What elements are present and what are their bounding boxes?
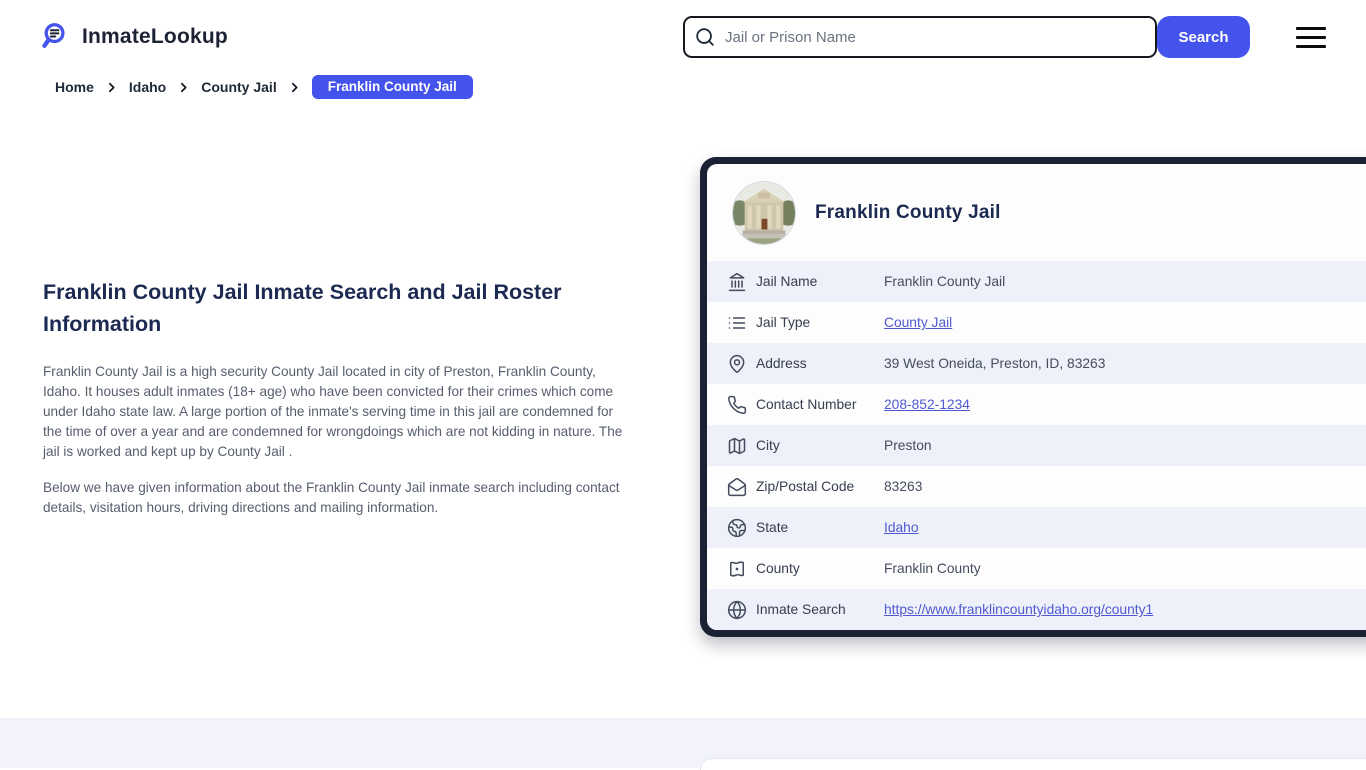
page-title: Franklin County Jail Inmate Search and J… — [43, 280, 562, 336]
jail-info-row: Contact Number 208-852-1234 — [707, 384, 1366, 425]
jail-info-row: County Franklin County — [707, 548, 1366, 589]
next-card-edge — [700, 758, 1366, 770]
jail-info-row: Zip/Postal Code 83263 — [707, 466, 1366, 507]
menu-icon[interactable] — [1296, 27, 1326, 49]
map-icon — [727, 436, 747, 456]
row-value-link[interactable]: Idaho — [884, 520, 919, 535]
jail-info-card: Franklin County Jail Jail Name Franklin C… — [700, 157, 1366, 637]
card-header: Franklin County Jail — [707, 164, 1366, 261]
row-value: Franklin County — [884, 561, 981, 576]
article-paragraph: Franklin County Jail is a high security … — [43, 364, 623, 459]
phone-icon — [727, 395, 747, 415]
row-value: Preston — [884, 438, 932, 453]
globe-icon — [727, 600, 747, 620]
brand-name: InmateLookup — [82, 24, 228, 48]
breadcrumb-home[interactable]: Home — [55, 79, 94, 95]
row-value-link[interactable]: County Jail — [884, 315, 952, 330]
row-label: Contact Number — [756, 397, 857, 412]
jail-info-row: Jail Type County Jail — [707, 302, 1366, 343]
row-label: Jail Type — [756, 315, 811, 330]
chevron-right-icon — [291, 82, 298, 92]
earth-icon — [727, 518, 747, 538]
row-label: Inmate Search — [756, 602, 846, 617]
list-icon — [727, 313, 747, 333]
chevron-right-icon — [108, 82, 115, 92]
magnifier-logo-icon — [40, 20, 73, 53]
row-label: Zip/Postal Code — [756, 479, 855, 494]
jail-info-row: Inmate Search https://www.franklincountyi… — [707, 589, 1366, 630]
jail-info-row: State Idaho — [707, 507, 1366, 548]
breadcrumb-county-jail[interactable]: County Jail — [201, 79, 276, 95]
row-label: State — [756, 520, 789, 535]
search-bar: Search — [683, 16, 1250, 58]
search-button[interactable]: Search — [1157, 16, 1250, 58]
map-pin-icon — [727, 354, 747, 374]
jail-info-rows: Jail Name Franklin County Jail Jail Type Co… — [707, 261, 1366, 630]
article: Franklin County Jail Inmate Search and J… — [43, 276, 627, 534]
jail-photo-avatar — [732, 181, 796, 245]
breadcrumb-idaho[interactable]: Idaho — [129, 79, 166, 95]
jail-info-row: City Preston — [707, 425, 1366, 466]
landmark-icon — [727, 272, 747, 292]
chevron-right-icon — [181, 82, 187, 92]
breadcrumb: Home Idaho County Jail Franklin County J… — [55, 75, 473, 99]
breadcrumb-current-badge: Franklin County Jail — [311, 75, 473, 99]
row-label: Jail Name — [756, 274, 818, 289]
row-value-link[interactable]: https://www.franklincountyidaho.org/coun… — [884, 602, 1153, 617]
flag-map-icon — [727, 559, 747, 579]
mail-open-icon — [727, 477, 747, 497]
row-label: City — [756, 438, 780, 453]
row-value-link[interactable]: 208-852-1234 — [884, 397, 970, 412]
article-paragraph: Below we have given information about th… — [43, 480, 620, 515]
search-icon — [694, 26, 716, 48]
brand-logo[interactable]: InmateLookup — [40, 20, 228, 53]
row-value: 83263 — [884, 479, 923, 494]
row-value: 39 West Oneida, Preston, ID, 83263 — [884, 356, 1106, 371]
search-input[interactable] — [683, 16, 1157, 58]
row-label: County — [756, 561, 800, 576]
row-value: Franklin County Jail — [884, 274, 1006, 289]
row-label: Address — [756, 356, 807, 371]
jail-card-title: Franklin County Jail — [815, 202, 1001, 223]
jail-info-row: Address 39 West Oneida, Preston, ID, 8326… — [707, 343, 1366, 384]
jail-info-row: Jail Name Franklin County Jail — [707, 261, 1366, 302]
